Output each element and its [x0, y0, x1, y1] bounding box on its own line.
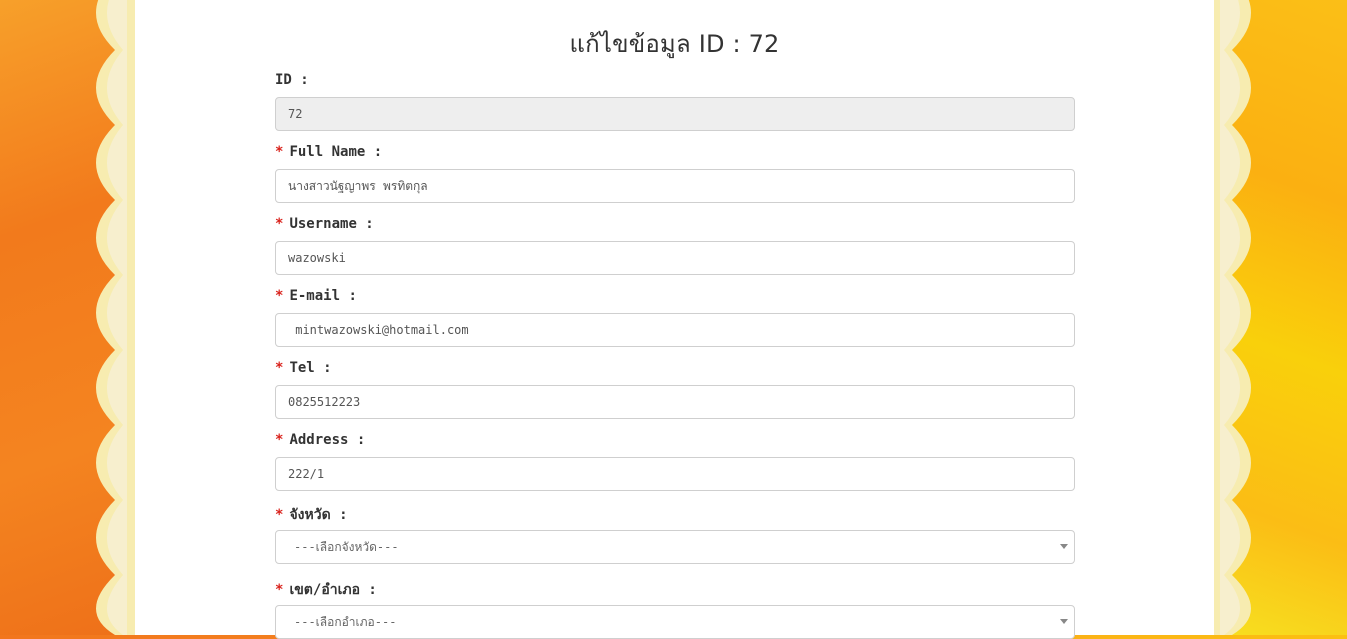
page-title: แก้ไขข้อมูล ID : 72 [569, 30, 780, 58]
province-select[interactable]: ---เลือกจังหวัด--- [275, 530, 1075, 564]
required-mark: * [275, 288, 284, 304]
tel-input[interactable]: 0825512223 [275, 385, 1075, 419]
fullname-field-group: * Full Name : นางสาวนัฐญาพร พรทิตกุล [275, 142, 1075, 203]
required-mark: * [275, 507, 284, 523]
fullname-label: * Full Name : [275, 144, 383, 160]
username-label: * Username : [275, 216, 374, 232]
fullname-input[interactable]: นางสาวนัฐญาพร พรทิตกุล [275, 169, 1075, 203]
chevron-down-icon [1060, 544, 1068, 549]
email-input[interactable]: mintwazowski@hotmail.com [275, 313, 1075, 347]
scallop-border-left [96, 0, 135, 635]
id-label: ID : [275, 72, 309, 88]
chevron-down-icon [1060, 619, 1068, 624]
email-field-group: * E-mail : mintwazowski@hotmail.com [275, 286, 1075, 347]
tel-label: * Tel : [275, 360, 332, 376]
province-field-group: * จังหวัด : ---เลือกจังหวัด--- [275, 505, 1075, 564]
id-field-group: ID : 72 [275, 70, 1075, 131]
required-mark: * [275, 582, 284, 598]
address-input[interactable]: 222/1 [275, 457, 1075, 491]
district-select-value: ---เลือกอำเภอ--- [294, 615, 397, 629]
id-input[interactable]: 72 [275, 97, 1075, 131]
district-field-group: * เขต/อำเภอ : ---เลือกอำเภอ--- [275, 580, 1075, 639]
email-label: * E-mail : [275, 288, 357, 304]
required-mark: * [275, 432, 284, 448]
scallop-border-right [1212, 0, 1251, 635]
province-select-value: ---เลือกจังหวัด--- [294, 540, 399, 554]
username-input[interactable]: wazowski [275, 241, 1075, 275]
tel-field-group: * Tel : 0825512223 [275, 358, 1075, 419]
address-label: * Address : [275, 432, 366, 448]
edit-form-card: แก้ไขข้อมูล ID : 72 ID : 72 * Full Name :… [135, 0, 1214, 639]
address-field-group: * Address : 222/1 [275, 430, 1075, 491]
required-mark: * [275, 216, 284, 232]
required-mark: * [275, 144, 284, 160]
province-label: * จังหวัด : [275, 507, 348, 523]
district-label: * เขต/อำเภอ : [275, 582, 377, 598]
required-mark: * [275, 360, 284, 376]
district-select[interactable]: ---เลือกอำเภอ--- [275, 605, 1075, 639]
username-field-group: * Username : wazowski [275, 214, 1075, 275]
